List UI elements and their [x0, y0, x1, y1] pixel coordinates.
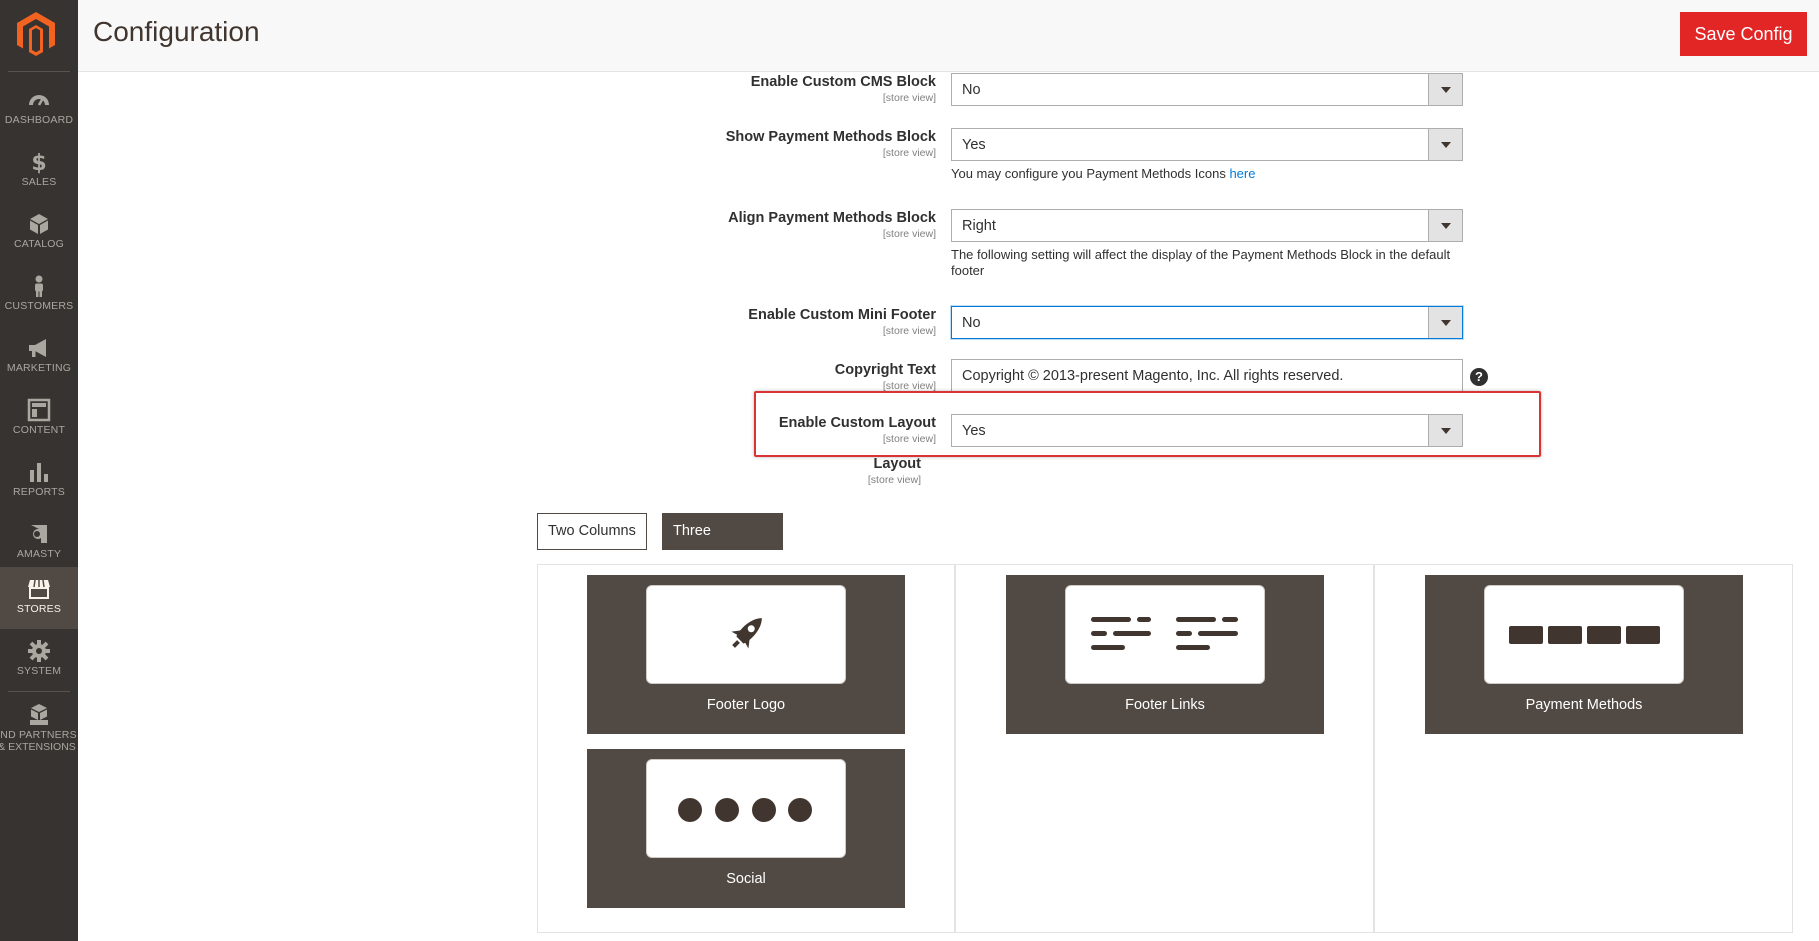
nav-label: IND PARTNERS	[0, 729, 77, 741]
field-label-mini-footer: Enable Custom Mini Footer	[748, 307, 936, 323]
field-label-enable-cms-block: Enable Custom CMS Block	[750, 74, 936, 90]
nav-customers[interactable]: CUSTOMERS	[0, 264, 78, 326]
svg-text:$: $	[31, 151, 46, 174]
chevron-down-icon	[1441, 87, 1451, 93]
page-title: Configuration	[93, 16, 260, 47]
nav-stores[interactable]: STORES	[0, 567, 78, 629]
admin-sidebar: DASHBOARD $ SALES CATALOG CUSTOMERS MARK…	[0, 0, 78, 941]
sidebar-divider	[8, 71, 70, 72]
nav-reports[interactable]: REPORTS	[0, 450, 78, 512]
configure-icons-link[interactable]: here	[1229, 166, 1255, 181]
chevron-down-icon	[1441, 223, 1451, 229]
footer-logo-block[interactable]: Footer Logo	[587, 575, 905, 734]
nav-label-2: & EXTENSIONS	[0, 741, 76, 753]
select-arrow-box	[1428, 74, 1462, 105]
scope-label: [store view]	[867, 474, 921, 486]
payment-cards-icon	[1509, 626, 1660, 644]
align-payment-select[interactable]: Right	[951, 209, 1463, 242]
field-label-align-payment: Align Payment Methods Block	[728, 210, 936, 226]
footer-links-block[interactable]: Footer Links	[1006, 575, 1324, 734]
chevron-down-icon	[1441, 142, 1451, 148]
dollar-icon: $	[31, 151, 46, 174]
nav-label: AMASTY	[16, 548, 62, 560]
nav-content[interactable]: CONTENT	[0, 388, 78, 450]
field-label-copyright: Copyright Text	[834, 362, 936, 378]
field-note: The following setting will affect the di…	[951, 247, 1450, 279]
note-text: You may configure you Payment Methods Ic…	[951, 166, 1230, 181]
help-icon[interactable]: ?	[1470, 368, 1488, 386]
store-icon	[28, 579, 50, 599]
nav-label: DASHBOARD	[4, 114, 74, 126]
block-preview-card	[646, 759, 846, 858]
nav-partners[interactable]: IND PARTNERS & EXTENSIONS	[0, 693, 78, 755]
chevron-down-icon	[1441, 320, 1451, 326]
payment-methods-block[interactable]: Payment Methods	[1425, 575, 1743, 734]
note-line: The following setting will affect the di…	[951, 247, 1451, 262]
nav-label: REPORTS	[13, 486, 65, 498]
scope-label: [store view]	[882, 147, 936, 159]
nav-dashboard[interactable]: DASHBOARD	[0, 78, 78, 140]
nav-label: SALES	[21, 176, 57, 188]
block-title: Social	[726, 871, 766, 887]
sidebar-divider	[8, 691, 70, 692]
box-icon	[30, 214, 48, 234]
dashboard-icon	[29, 95, 49, 106]
scope-label: [store view]	[882, 92, 936, 104]
layout-column-3: Payment Methods	[1374, 564, 1793, 933]
nav-system[interactable]: SYSTEM	[0, 629, 78, 691]
nav-label: CONTENT	[12, 424, 66, 436]
nav-label: SYSTEM	[16, 665, 62, 677]
nav-label: STORES	[16, 603, 62, 615]
person-icon	[35, 275, 43, 297]
nav-label: CUSTOMERS	[4, 300, 74, 312]
block-title: Payment Methods	[1525, 697, 1643, 713]
magento-logo-icon[interactable]	[16, 12, 56, 56]
nav-label: CATALOG	[13, 238, 65, 250]
select-arrow-box	[1428, 210, 1462, 241]
rocket-icon	[731, 618, 762, 649]
field-label-layout: Layout	[873, 456, 921, 472]
select-value: Yes	[962, 137, 986, 153]
block-title: Footer Links	[1125, 697, 1205, 713]
layout-column-2: Footer Links	[955, 564, 1374, 933]
page-header: Configuration Save Config	[78, 0, 1819, 72]
field-label-show-payment: Show Payment Methods Block	[725, 129, 936, 145]
block-preview-card	[1065, 585, 1265, 684]
block-title: Footer Logo	[706, 697, 786, 713]
bar-chart-icon	[30, 463, 48, 482]
select-arrow-box	[1428, 129, 1462, 160]
cubes-icon	[30, 704, 48, 725]
links-lines-icon	[1091, 617, 1238, 650]
nav-label: MARKETING	[6, 362, 72, 374]
social-dots-icon	[678, 798, 812, 822]
save-config-button[interactable]: Save Config	[1680, 12, 1807, 56]
social-block[interactable]: Social	[587, 749, 905, 908]
nav-amasty[interactable]: AMASTY	[0, 512, 78, 574]
select-value: Right	[962, 218, 996, 234]
scope-label: [store view]	[882, 228, 936, 240]
block-preview-card	[1484, 585, 1684, 684]
show-payment-select[interactable]: Yes	[951, 128, 1463, 161]
enable-cms-block-select[interactable]: No	[951, 73, 1463, 106]
mini-footer-select[interactable]: No	[951, 306, 1463, 339]
gear-icon	[28, 640, 50, 662]
copyright-text-input[interactable]: Copyright © 2013-present Magento, Inc. A…	[951, 359, 1463, 392]
layout-icon	[27, 398, 51, 422]
select-value: No	[962, 82, 981, 98]
nav-marketing[interactable]: MARKETING	[0, 326, 78, 388]
select-arrow-box	[1428, 307, 1462, 338]
nav-sales[interactable]: $ SALES	[0, 140, 78, 202]
layout-column-1: Footer Logo Social	[537, 564, 955, 933]
two-columns-button[interactable]: Two Columns	[537, 513, 647, 550]
select-value: No	[962, 315, 981, 331]
scope-label: [store view]	[882, 325, 936, 337]
three-columns-button[interactable]: Three Columns	[662, 513, 783, 574]
highlight-box	[754, 391, 1541, 457]
block-preview-card	[646, 585, 846, 684]
amasty-icon	[31, 525, 47, 543]
nav-catalog[interactable]: CATALOG	[0, 202, 78, 264]
megaphone-icon	[29, 339, 46, 357]
field-note: You may configure you Payment Methods Ic…	[951, 166, 1255, 182]
note-line: footer	[951, 263, 985, 278]
